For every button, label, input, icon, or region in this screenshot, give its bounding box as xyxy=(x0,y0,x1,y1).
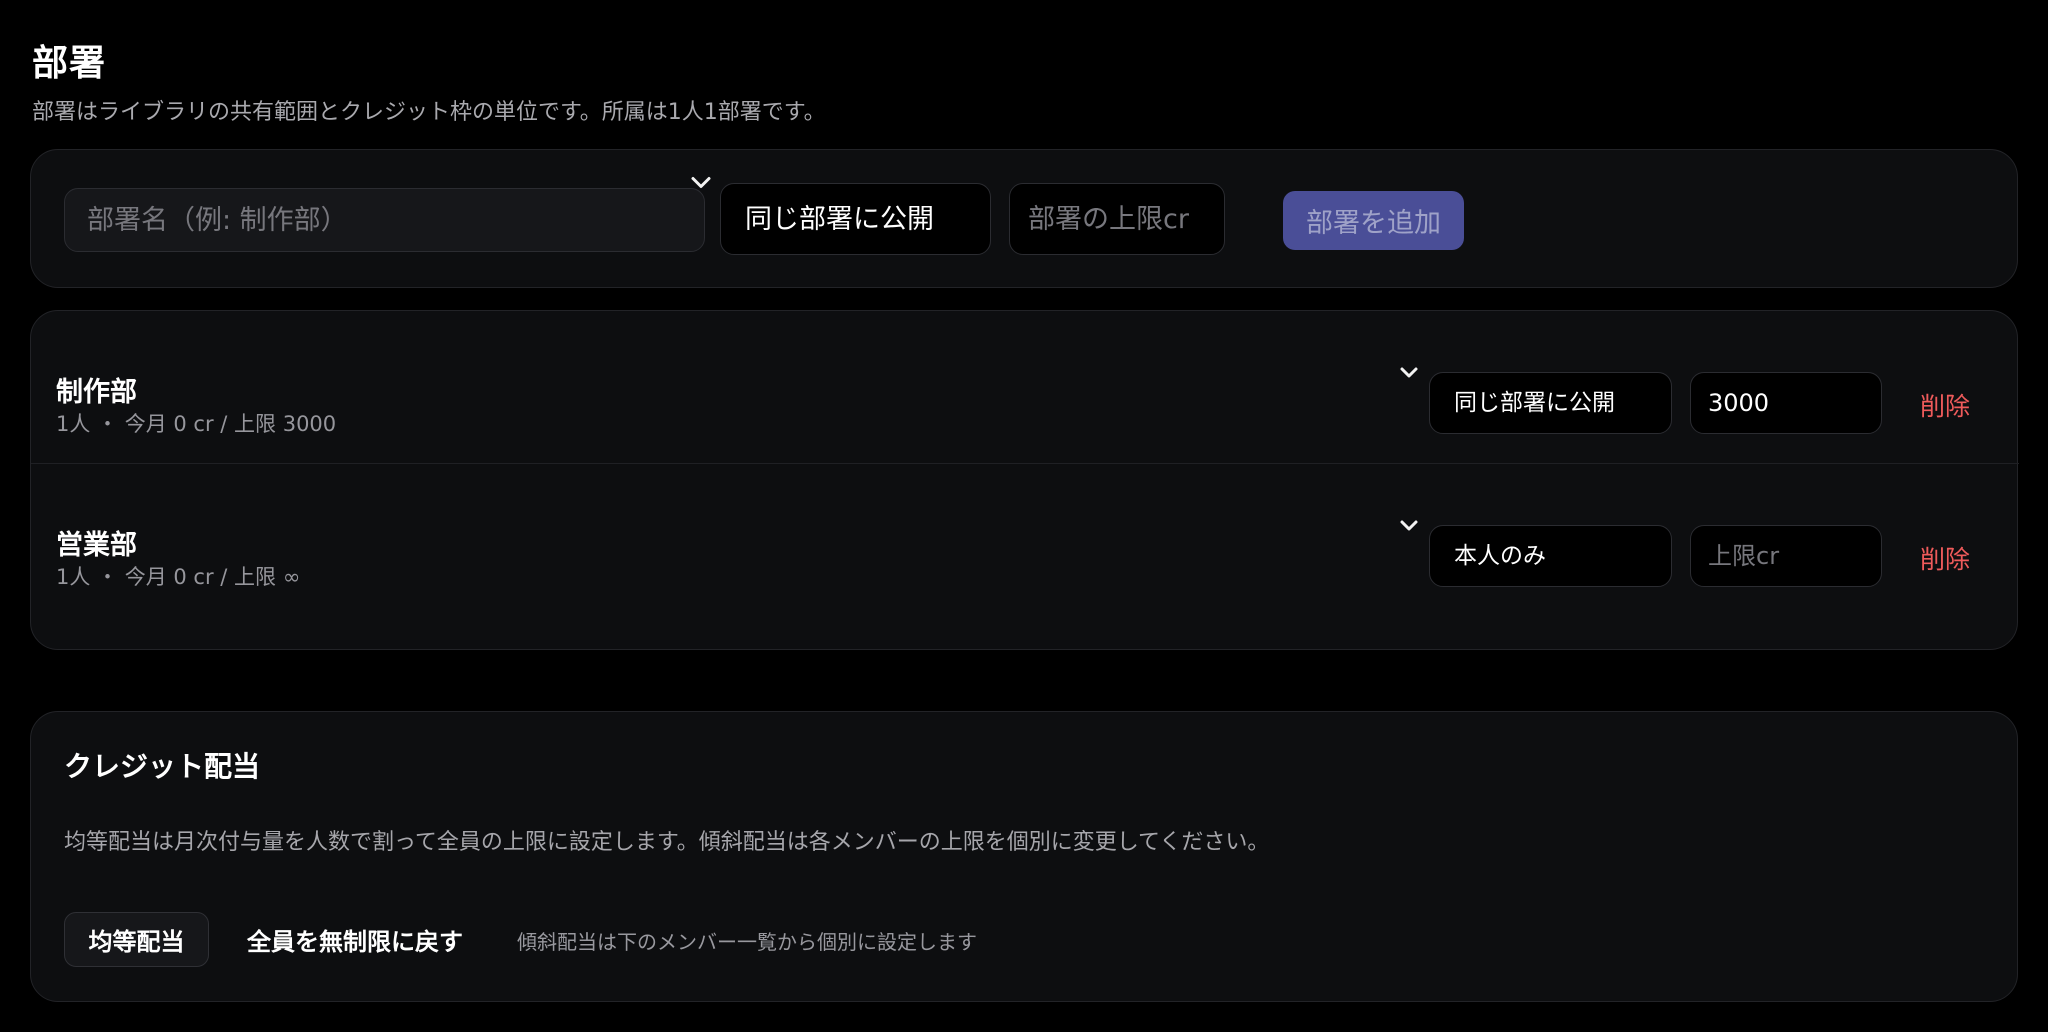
department-limit-field[interactable] xyxy=(1690,372,1882,434)
department-row: 営業部 1人 ・ 今月 0 cr / 上限 ∞ 本人のみ 削除 xyxy=(31,464,2019,617)
department-meta: 1人 ・ 今月 0 cr / 上限 ∞ xyxy=(56,565,301,589)
credit-description: 均等配当は月次付与量を人数で割って全員の上限に設定します。傾斜配当は各メンバーの… xyxy=(64,830,1270,855)
credit-allocation-card: クレジット配当 均等配当は月次付与量を人数で割って全員の上限に設定します。傾斜配… xyxy=(30,711,2018,1002)
departments-settings-page: 部署 部署はライブラリの共有範囲とクレジット枠の単位です。所属は1人1部署です。… xyxy=(0,0,2048,1032)
department-name-input[interactable] xyxy=(64,188,705,252)
department-visibility-select[interactable]: 本人のみ xyxy=(1429,525,1672,587)
department-name: 営業部 xyxy=(56,530,137,561)
department-name: 制作部 xyxy=(56,377,137,408)
chevron-down-icon xyxy=(1399,360,1419,384)
section-description: 部署はライブラリの共有範囲とクレジット枠の単位です。所属は1人1部署です。 xyxy=(32,100,826,125)
department-visibility-select[interactable]: 同じ部署に公開 xyxy=(1429,372,1672,434)
department-list-card: 制作部 1人 ・ 今月 0 cr / 上限 3000 同じ部署に公開 削除 営業… xyxy=(30,310,2019,650)
department-row: 制作部 1人 ・ 今月 0 cr / 上限 3000 同じ部署に公開 削除 xyxy=(31,311,2019,464)
section-title: 部署 xyxy=(32,43,107,84)
add-department-button[interactable]: 部署を追加 xyxy=(1283,191,1464,250)
delete-department-button[interactable]: 削除 xyxy=(1920,540,1970,576)
delete-department-button[interactable]: 削除 xyxy=(1920,387,1970,423)
add-department-card: 同じ部署に公開 本人のみ 部署を追加 xyxy=(30,149,2018,288)
equal-allocation-button[interactable]: 均等配当 xyxy=(64,912,209,967)
reset-unlimited-button[interactable]: 全員を無制限に戻す xyxy=(247,922,463,957)
department-limit-field[interactable] xyxy=(1690,525,1882,587)
visibility-select[interactable]: 同じ部署に公開 本人のみ xyxy=(720,183,991,255)
chevron-down-icon xyxy=(1399,513,1419,537)
credit-hint: 傾斜配当は下のメンバー一覧から個別に設定します xyxy=(517,930,977,954)
department-limit-input[interactable] xyxy=(1009,183,1225,255)
department-meta: 1人 ・ 今月 0 cr / 上限 3000 xyxy=(56,412,337,436)
credit-title: クレジット配当 xyxy=(64,750,261,783)
